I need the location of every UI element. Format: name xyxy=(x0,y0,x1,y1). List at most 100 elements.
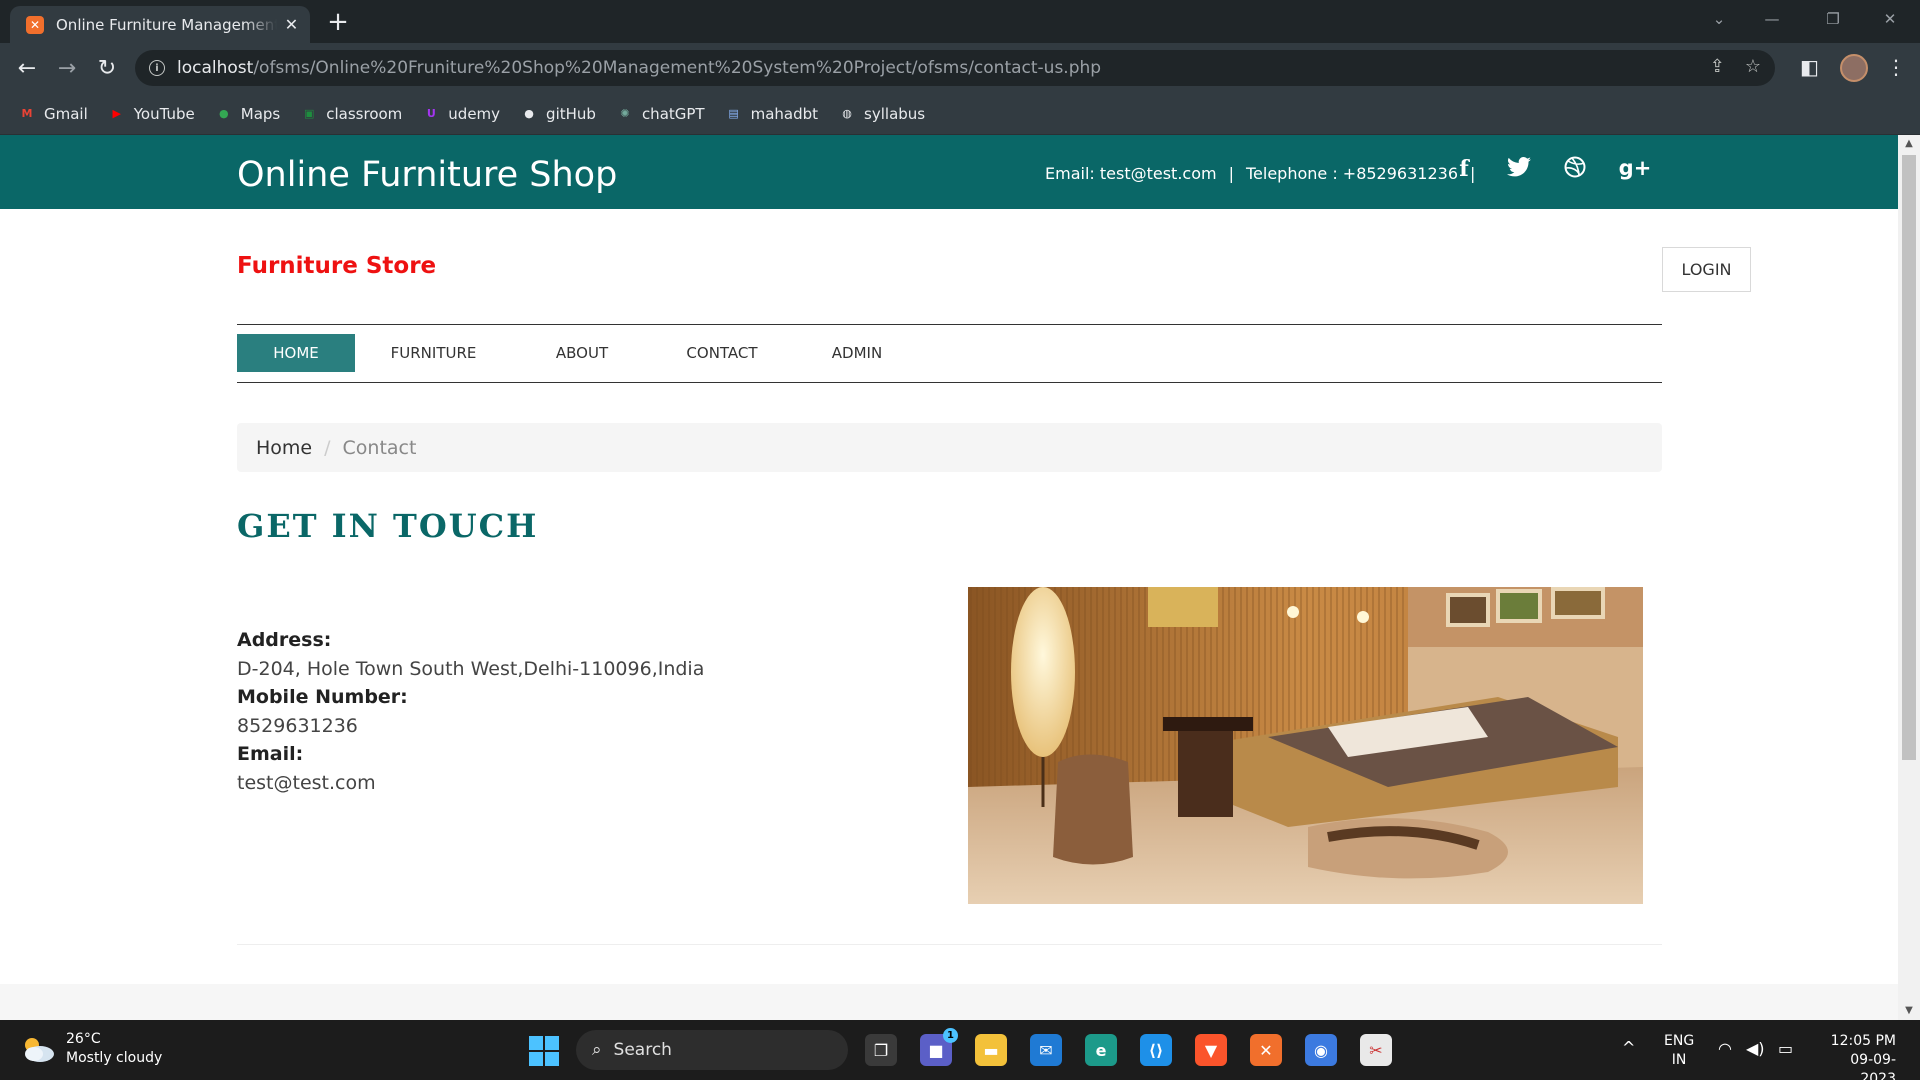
scroll-up-icon[interactable]: ▲ xyxy=(1898,135,1920,153)
taskbar-search[interactable]: ⌕ Search xyxy=(576,1030,848,1070)
region-code: IN xyxy=(1671,1052,1687,1068)
address-bar[interactable]: i localhost /ofsms/Online%20Fruniture%20… xyxy=(135,50,1775,86)
bookmark-mahadbt[interactable]: ▤ mahadbt xyxy=(725,105,818,123)
site-info-icon[interactable]: i xyxy=(149,60,165,76)
header-telephone: Telephone : +8529631236 xyxy=(1245,164,1458,183)
site-title: Online Furniture Shop xyxy=(237,155,618,195)
bookmark-label: YouTube xyxy=(133,104,195,123)
maps-icon: ● xyxy=(218,107,229,120)
close-window-icon[interactable]: ✕ xyxy=(1867,0,1913,38)
teams-chat-icon[interactable]: 1 ■ xyxy=(920,1028,958,1066)
scrollbar-thumb[interactable] xyxy=(1902,155,1916,760)
bookmark-maps[interactable]: ● Maps xyxy=(215,105,280,123)
bookmark-label: udemy xyxy=(448,104,501,123)
language-indicator[interactable]: ENG IN xyxy=(1664,1032,1694,1070)
header-contact-info: Email: test@test.com | Telephone : +8529… xyxy=(1045,164,1475,183)
facebook-icon[interactable]: f xyxy=(1449,156,1479,182)
bookmark-udemy[interactable]: Uudemy xyxy=(422,105,500,123)
reload-icon[interactable]: ↻ xyxy=(92,53,122,83)
twitter-icon[interactable] xyxy=(1504,156,1534,184)
minimize-icon[interactable]: — xyxy=(1749,0,1795,38)
clock-time: 12:05 PM xyxy=(1830,1033,1896,1049)
forward-icon[interactable]: → xyxy=(52,53,82,83)
youtube-icon: ▶ xyxy=(112,107,121,120)
email-label: Email: xyxy=(237,743,304,765)
close-tab-icon[interactable]: ✕ xyxy=(283,14,300,36)
file-explorer-icon[interactable]: ▬ xyxy=(975,1034,1007,1066)
bookmark-chatgpt[interactable]: ✺ chatGPT xyxy=(616,104,705,123)
tab-search-icon[interactable]: ⌄ xyxy=(1696,0,1742,38)
bookmark-syllabus[interactable]: ◍ syllabus xyxy=(838,105,925,123)
brave-icon[interactable]: ▼ xyxy=(1195,1034,1227,1066)
bookmark-youtube[interactable]: ▶ YouTube xyxy=(108,105,195,123)
breadcrumb: Home / Contact xyxy=(237,423,1662,472)
chrome-icon[interactable]: ◉ xyxy=(1305,1034,1337,1066)
classroom-icon: ▣ xyxy=(304,107,315,120)
restore-icon[interactable]: ❐ xyxy=(1810,0,1856,38)
google-plus-icon[interactable]: g+ xyxy=(1617,156,1653,180)
bookmark-gmail[interactable]: M Gmail xyxy=(18,105,88,123)
bookmark-label: Maps xyxy=(240,104,281,123)
nav-item-about[interactable]: ABOUT xyxy=(512,334,652,372)
side-panel-icon[interactable]: ◧ xyxy=(1800,55,1819,79)
nav-item-admin[interactable]: ADMIN xyxy=(792,334,922,372)
brand-name[interactable]: Furniture Store xyxy=(237,253,436,279)
bookmark-label: chatGPT xyxy=(641,104,705,123)
weather-widget[interactable]: 26°C Mostly cloudy xyxy=(20,1030,162,1068)
vscode-icon[interactable]: ⟨⟩ xyxy=(1140,1034,1172,1066)
bookmarks-bar: M Gmail ▶ YouTube ● Maps ▣ classroom Uudemy ● gitH… xyxy=(0,93,1920,135)
bookmark-star-icon[interactable]: ☆ xyxy=(1745,56,1761,77)
search-icon: ⌕ xyxy=(592,1040,602,1060)
mail-icon[interactable]: ✉ xyxy=(1030,1034,1062,1066)
task-view-icon[interactable]: ❐ xyxy=(865,1034,897,1066)
clock[interactable]: 12:05 PM 09-09-2023 xyxy=(1818,1032,1896,1089)
show-hidden-icons[interactable]: ^ xyxy=(1622,1038,1635,1057)
email-value: test@test.com xyxy=(237,771,376,794)
chat-badge: 1 xyxy=(943,1028,958,1043)
nav-item-furniture[interactable]: FURNITURE xyxy=(355,334,512,372)
cloudy-weather-icon xyxy=(20,1035,56,1063)
snipping-tool-icon[interactable]: ✂ xyxy=(1360,1034,1392,1066)
login-button[interactable]: LOGIN xyxy=(1662,247,1751,292)
bookmark-label: Gmail xyxy=(44,104,88,123)
clock-date: 09-09-2023 xyxy=(1850,1052,1896,1087)
nav-item-home[interactable]: HOME xyxy=(237,334,355,372)
profile-avatar[interactable] xyxy=(1840,54,1868,82)
search-label: Search xyxy=(613,1040,672,1060)
new-tab-button[interactable]: + xyxy=(323,8,353,38)
browser-tab[interactable]: ✕ Online Furniture Management System ✕ xyxy=(10,6,310,43)
xampp-icon[interactable]: ✕ xyxy=(1250,1034,1282,1066)
edge-icon[interactable]: e xyxy=(1085,1034,1117,1066)
header-email: Email: test@test.com xyxy=(1045,164,1217,183)
nav-item-contact[interactable]: CONTACT xyxy=(652,334,792,372)
browser-menu-icon[interactable]: ⋮ xyxy=(1886,55,1906,79)
weather-condition: Mostly cloudy xyxy=(66,1050,163,1066)
back-icon[interactable]: ← xyxy=(12,53,42,83)
breadcrumb-current: Contact xyxy=(342,436,417,459)
divider: | xyxy=(1228,164,1234,183)
main-nav: HOME FURNITURE ABOUT CONTACT ADMIN xyxy=(237,334,922,372)
share-icon[interactable]: ⇪ xyxy=(1710,56,1725,77)
xampp-favicon-icon: ✕ xyxy=(26,15,44,34)
breadcrumb-home[interactable]: Home xyxy=(256,437,312,459)
volume-icon[interactable]: ◀) xyxy=(1746,1039,1765,1058)
bookmark-label: classroom xyxy=(326,104,403,123)
mobile-label: Mobile Number: xyxy=(237,686,408,708)
url-path: /ofsms/Online%20Fruniture%20Shop%20Manag… xyxy=(253,58,1102,78)
mobile-value: 8529631236 xyxy=(237,714,358,737)
wifi-icon[interactable]: ◠ xyxy=(1718,1039,1732,1058)
github-icon: ● xyxy=(524,107,534,120)
menu-bottom-rule xyxy=(237,382,1662,383)
dribbble-icon[interactable] xyxy=(1560,156,1590,184)
bookmark-classroom[interactable]: ▣ classroom xyxy=(300,105,402,123)
url-host: localhost xyxy=(177,58,254,78)
breadcrumb-separator: / xyxy=(324,436,331,459)
menu-top-rule xyxy=(237,324,1662,325)
bookmark-github[interactable]: ● gitHub xyxy=(520,105,596,123)
weather-temperature: 26°C xyxy=(66,1031,101,1047)
battery-icon[interactable]: ▭ xyxy=(1778,1039,1793,1058)
windows-start-icon[interactable] xyxy=(529,1036,559,1066)
bookmark-label: mahadbt xyxy=(750,104,819,123)
page-scrollbar[interactable]: ▲ ▼ xyxy=(1898,135,1920,1020)
scroll-down-icon[interactable]: ▼ xyxy=(1898,1002,1920,1020)
